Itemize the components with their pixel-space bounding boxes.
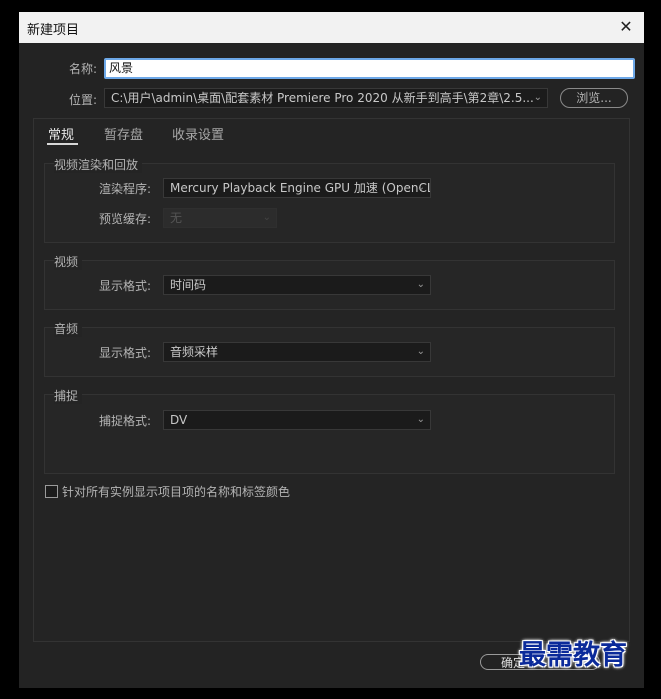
chevron-down-icon: ⌄	[416, 346, 425, 357]
render-group	[44, 163, 615, 243]
show-label-colors-label: 针对所有实例显示项目项的名称和标签颜色	[62, 485, 291, 499]
capture-format-label: 捕捉格式:	[99, 414, 152, 428]
preview-cache-value: 无	[170, 211, 183, 225]
capture-group-title: 捕捉	[54, 387, 83, 404]
watermark-logo: 最需教育	[519, 640, 627, 671]
video-format-dropdown[interactable]: 时间码 ⌄	[163, 275, 431, 295]
chevron-down-icon: ⌄	[416, 279, 425, 290]
new-project-dialog: 新建项目 ✕ 名称: 风景 位置: C:\用户\admin\桌面\配套素材 Pr…	[19, 12, 644, 688]
audio-group-title: 音频	[54, 320, 83, 337]
capture-format-value: DV	[170, 413, 188, 427]
renderer-dropdown[interactable]: Mercury Playback Engine GPU 加速 (OpenCL) …	[163, 178, 431, 198]
audio-format-dropdown[interactable]: 音频采样 ⌄	[163, 342, 431, 362]
name-label: 名称:	[69, 62, 98, 76]
video-format-label: 显示格式:	[99, 279, 152, 293]
dialog-title: 新建项目	[27, 23, 80, 38]
audio-format-value: 音频采样	[170, 345, 219, 359]
browse-button[interactable]: 浏览...	[560, 88, 628, 108]
title-bar: 新建项目 ✕	[19, 12, 644, 43]
tab-ingest-settings[interactable]: 收录设置	[172, 124, 224, 143]
video-group-title: 视频	[54, 253, 83, 270]
show-label-colors-checkbox[interactable]	[45, 485, 58, 498]
chevron-down-icon: ⌄	[416, 414, 425, 425]
render-group-title: 视频渲染和回放	[54, 156, 143, 173]
location-value: C:\用户\admin\桌面\配套素材 Premiere Pro 2020 从新…	[111, 91, 534, 105]
close-icon[interactable]: ✕	[616, 15, 636, 39]
video-format-value: 时间码	[170, 278, 207, 292]
chevron-down-icon: ⌄	[416, 182, 425, 193]
capture-format-dropdown[interactable]: DV ⌄	[163, 410, 431, 430]
renderer-value: Mercury Playback Engine GPU 加速 (OpenCL)	[170, 181, 431, 195]
location-dropdown[interactable]: C:\用户\admin\桌面\配套素材 Premiere Pro 2020 从新…	[104, 88, 548, 108]
preview-cache-label: 预览缓存:	[99, 212, 152, 226]
active-tab-indicator	[47, 143, 78, 145]
tab-scratch-disks[interactable]: 暂存盘	[104, 124, 143, 143]
location-label: 位置:	[69, 93, 98, 107]
tab-general[interactable]: 常规	[48, 124, 74, 143]
preview-cache-dropdown: 无 ⌄	[163, 208, 277, 228]
capture-group	[44, 394, 615, 474]
audio-format-label: 显示格式:	[99, 346, 152, 360]
project-name-input[interactable]: 风景	[104, 58, 635, 79]
chevron-down-icon: ⌄	[262, 212, 271, 223]
chevron-down-icon: ⌄	[533, 92, 542, 103]
renderer-label: 渲染程序:	[99, 182, 152, 196]
